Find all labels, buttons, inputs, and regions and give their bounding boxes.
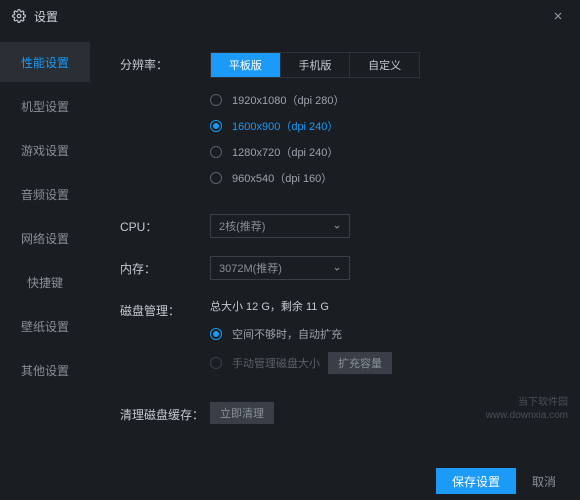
memory-label: 内存：	[120, 256, 210, 277]
resolution-label: 分辨率：	[120, 52, 210, 73]
sidebar-item-6[interactable]: 壁纸设置	[0, 306, 90, 346]
cache-label: 清理磁盘缓存：	[120, 402, 210, 423]
disk-label: 磁盘管理：	[120, 298, 210, 319]
memory-select-value: 3072M(推荐)	[219, 260, 282, 276]
close-icon[interactable]	[548, 6, 568, 26]
resolution-option-0[interactable]: 1920x1080（dpi 280）	[210, 92, 550, 108]
radio-icon	[210, 172, 222, 184]
clear-cache-button[interactable]: 立即清理	[210, 402, 274, 424]
cpu-select-value: 2核(推荐)	[219, 218, 265, 234]
radio-label: 手动管理磁盘大小	[232, 355, 320, 371]
sidebar-item-0[interactable]: 性能设置	[0, 42, 90, 82]
sidebar-item-2[interactable]: 游戏设置	[0, 130, 90, 170]
radio-label: 1920x1080（dpi 280）	[232, 92, 345, 108]
titlebar: 设置	[0, 0, 580, 32]
disk-option-1: 手动管理磁盘大小扩充容量	[210, 352, 550, 374]
footer: 保存设置 取消	[0, 462, 580, 500]
expand-capacity-button: 扩充容量	[328, 352, 392, 374]
chevron-down-icon	[333, 222, 341, 230]
cpu-select[interactable]: 2核(推荐)	[210, 214, 350, 238]
window-title: 设置	[34, 8, 58, 25]
cpu-label: CPU：	[120, 214, 210, 235]
radio-label: 960x540（dpi 160）	[232, 170, 332, 186]
radio-label: 1280x720（dpi 240）	[232, 144, 338, 160]
sidebar-item-1[interactable]: 机型设置	[0, 86, 90, 126]
resolution-tabs: 平板版手机版自定义	[210, 52, 420, 78]
resolution-tab-2[interactable]: 自定义	[350, 53, 419, 77]
radio-icon	[210, 120, 222, 132]
sidebar-item-7[interactable]: 其他设置	[0, 350, 90, 390]
resolution-tab-0[interactable]: 平板版	[211, 53, 281, 77]
cancel-button[interactable]: 取消	[532, 473, 556, 490]
disk-option-0[interactable]: 空间不够时，自动扩充	[210, 326, 550, 342]
resolution-tab-1[interactable]: 手机版	[281, 53, 351, 77]
radio-icon	[210, 328, 222, 340]
radio-label: 空间不够时，自动扩充	[232, 326, 342, 342]
sidebar-item-4[interactable]: 网络设置	[0, 218, 90, 258]
resolution-option-3[interactable]: 960x540（dpi 160）	[210, 170, 550, 186]
resolution-option-2[interactable]: 1280x720（dpi 240）	[210, 144, 550, 160]
radio-icon	[210, 146, 222, 158]
resolution-options: 1920x1080（dpi 280） 1600x900（dpi 240） 1280x…	[210, 92, 550, 186]
chevron-down-icon	[333, 264, 341, 272]
gear-icon	[12, 9, 26, 23]
sidebar: 性能设置机型设置游戏设置音频设置网络设置快捷键壁纸设置其他设置	[0, 32, 90, 462]
disk-info: 总大小 12 G，剩余 11 G	[210, 298, 550, 314]
sidebar-item-3[interactable]: 音频设置	[0, 174, 90, 214]
save-button[interactable]: 保存设置	[436, 468, 516, 494]
radio-icon	[210, 94, 222, 106]
main-panel: 分辨率： 平板版手机版自定义 1920x1080（dpi 280） 1600x90…	[90, 32, 580, 462]
resolution-option-1[interactable]: 1600x900（dpi 240）	[210, 118, 550, 134]
sidebar-item-5[interactable]: 快捷键	[0, 262, 90, 302]
radio-icon	[210, 357, 222, 369]
memory-select[interactable]: 3072M(推荐)	[210, 256, 350, 280]
radio-label: 1600x900（dpi 240）	[232, 118, 338, 134]
